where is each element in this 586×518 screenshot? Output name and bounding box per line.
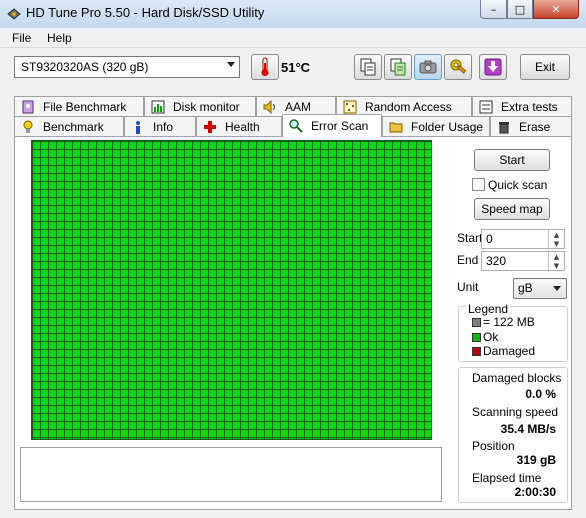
start-button[interactable]: Start [474,149,550,171]
copy-icon [360,58,376,76]
tab-info[interactable]: Info [124,116,196,136]
tab-folder-usage[interactable]: Folder Usage [382,116,490,136]
quick-scan-label: Quick scan [488,178,548,192]
tab-error-scan[interactable]: Error Scan [282,114,382,137]
speed-map-button[interactable]: Speed map [474,198,550,220]
disk-monitor-icon [151,100,165,113]
end-spin-buttons[interactable]: ▲ ▼ [548,252,564,272]
start-spinbox[interactable]: 0 ▲ ▼ [481,229,565,250]
health-cross-icon [204,120,216,133]
spin-down-icon[interactable]: ▼ [549,261,564,270]
scan-block-map [31,140,432,440]
info-icon [136,120,140,134]
copy-button[interactable] [354,54,382,80]
end-spinbox[interactable]: 320 ▲ ▼ [481,251,565,272]
file-benchmark-icon [22,100,34,113]
legend-damaged-label: Damaged [483,344,536,358]
trash-icon [499,121,509,133]
magnifier-icon [289,119,303,133]
tab-label: Health [225,119,260,134]
spin-down-icon[interactable]: ▼ [549,239,564,248]
tab-random-access[interactable]: Random Access [336,96,472,116]
drive-select[interactable]: ST9320320AS (320 gB) [14,56,240,78]
download-icon [484,58,502,76]
tab-aam[interactable]: AAM [256,96,336,116]
screenshot-button[interactable] [414,54,442,80]
legend-swatch-block [472,318,481,327]
chevron-down-icon [227,62,235,67]
tab-file-benchmark[interactable]: File Benchmark [14,96,144,116]
minimize-button[interactable]: – [480,0,507,19]
scan-log-box [20,447,442,502]
speaker-icon [263,99,275,114]
legend-title: Legend [466,302,511,316]
unit-select-value: gB [518,281,533,295]
spin-up-icon[interactable]: ▲ [549,252,564,261]
temperature-value: 51°C [281,60,311,75]
end-spinbox-value: 320 [486,254,507,268]
tab-label: Erase [519,119,551,134]
extra-tests-icon [479,100,493,113]
legend-ok-label: Ok [483,330,499,344]
tab-label: Extra tests [501,99,558,114]
scanning-speed-label: Scanning speed [472,405,559,419]
options-button[interactable] [444,54,472,80]
tab-label: Benchmark [43,119,104,134]
tab-extra-tests[interactable]: Extra tests [472,96,572,116]
tab-label: Folder Usage [411,119,484,134]
unit-select[interactable]: gB [513,278,567,299]
position-label: Position [472,439,515,453]
start-spin-buttons[interactable]: ▲ ▼ [548,230,564,250]
elapsed-time-value: 2:00:30 [514,485,556,499]
tab-label: Info [153,119,174,134]
tab-health[interactable]: Health [196,116,282,136]
start-field-label: Start [457,231,483,245]
camera-icon [419,60,437,74]
tab-erase[interactable]: Erase [490,116,572,136]
save-button[interactable] [479,54,507,80]
exit-button[interactable]: Exit [520,54,570,80]
tab-label: Random Access [365,99,452,114]
random-access-icon [343,100,357,113]
drive-select-value: ST9320320AS (320 gB) [21,60,149,74]
app-icon [7,8,21,20]
copy-info-icon [390,58,406,76]
legend-swatch-ok [472,333,481,342]
tab-label: Disk monitor [173,99,240,114]
menu-help[interactable]: Help [47,31,72,45]
elapsed-time-label: Elapsed time [472,471,542,485]
tab-disk-monitor[interactable]: Disk monitor [144,96,256,116]
damaged-blocks-label: Damaged blocks [472,371,562,385]
unit-label: Unit [457,280,479,294]
tab-label: File Benchmark [43,99,127,114]
position-value: 319 gB [516,453,556,467]
folder-icon [389,122,403,132]
copy-info-button[interactable] [384,54,412,80]
menu-file[interactable]: File [12,31,31,45]
quick-scan-checkbox[interactable] [472,178,485,191]
thermometer-icon [261,57,269,76]
spin-up-icon[interactable]: ▲ [549,230,564,239]
legend-block-size: = 122 MB [483,315,535,329]
legend-swatch-damaged [472,347,481,356]
scanning-speed-value: 35.4 MB/s [500,422,556,436]
start-spinbox-value: 0 [486,232,493,246]
damaged-blocks-value: 0.0 % [525,387,556,401]
menu-bar [0,28,586,48]
lightbulb-icon [23,120,33,133]
window-title: HD Tune Pro 5.50 - Hard Disk/SSD Utility [26,5,265,20]
close-button[interactable]: ✕ [533,0,579,19]
tab-label: AAM [285,99,312,114]
options-icon [450,59,467,74]
maximize-button[interactable]: □ [507,0,533,19]
tab-benchmark[interactable]: Benchmark [14,116,124,136]
temperature-button[interactable] [251,54,279,80]
end-field-label: End [457,253,479,267]
tab-label: Error Scan [311,119,369,133]
chevron-down-icon [553,286,561,291]
